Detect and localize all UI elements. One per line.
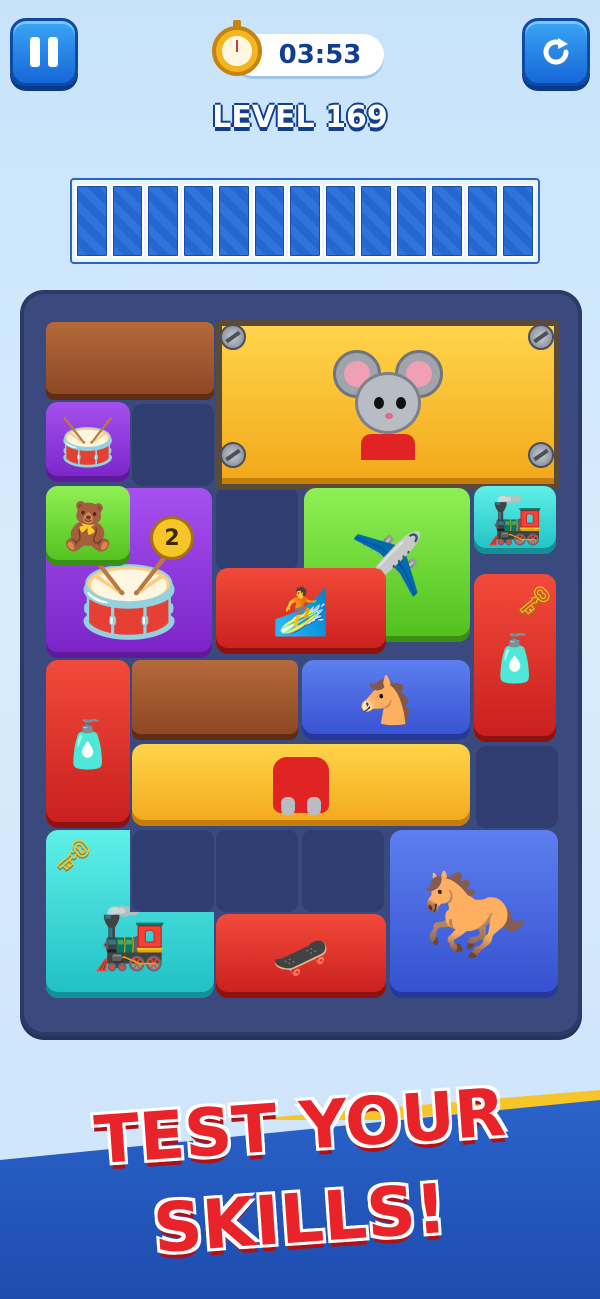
skateboard-icon: 🛹 xyxy=(272,929,330,983)
empty-cell xyxy=(216,830,298,912)
empty-cell xyxy=(132,404,214,486)
game-board: 🥁 🧸 🥁 🧸 2 ✈️ 🚂 🏄 🧴 🗝 🧴 🐴 xyxy=(20,290,582,1036)
key-icon: 🗝 xyxy=(54,838,93,873)
mouse-body-icon xyxy=(273,757,329,815)
screw-icon xyxy=(220,324,246,350)
horse-icon: 🐎 xyxy=(420,864,528,964)
wood-plank-block[interactable] xyxy=(46,322,214,400)
mouse-character xyxy=(333,350,443,460)
toy-tile-horse-big[interactable]: 🐎 xyxy=(390,830,558,998)
train-icon: 🚂 xyxy=(92,904,168,974)
collection-slot xyxy=(501,184,535,258)
lock-counter-badge: 2 xyxy=(150,516,194,560)
collection-slot xyxy=(359,184,393,258)
collection-slot xyxy=(323,184,358,258)
toy-tile-cannon-top[interactable]: 🧸 xyxy=(46,486,130,566)
screw-icon xyxy=(528,442,554,468)
restart-icon xyxy=(543,38,569,65)
collection-slot xyxy=(75,184,109,258)
horse-icon: 🐴 xyxy=(357,673,415,727)
toy-tile-spray-bottle-key[interactable]: 🧴 🗝 xyxy=(474,574,556,742)
surfboard-icon: 🏄 xyxy=(272,584,330,638)
collection-slots xyxy=(70,178,540,264)
collection-slot xyxy=(288,184,322,258)
toy-tile-drum[interactable]: 🥁 xyxy=(46,402,130,482)
toy-tile-surfboard[interactable]: 🏄 xyxy=(216,568,386,654)
lock-count: 2 xyxy=(164,525,180,551)
collection-slot xyxy=(430,184,464,258)
toy-tile-spray-bottle[interactable]: 🧴 xyxy=(46,660,130,828)
collection-slot xyxy=(465,184,500,258)
toy-tile-horse-head[interactable]: 🐴 xyxy=(302,660,470,740)
empty-cell xyxy=(132,830,214,912)
level-title: LEVEL 169 xyxy=(212,100,388,135)
timer-text: 03:53 xyxy=(278,40,362,70)
screw-icon xyxy=(220,442,246,468)
collection-slot xyxy=(252,184,287,258)
collection-slot xyxy=(394,184,429,258)
drum-icon: 🥁 xyxy=(59,415,117,469)
spray-bottle-icon: 🧴 xyxy=(486,631,544,685)
collection-slot xyxy=(181,184,216,258)
screw-icon xyxy=(528,324,554,350)
toy-tile-train-small[interactable]: 🚂 xyxy=(474,486,556,554)
key-icon: 🗝 xyxy=(516,584,552,617)
collection-slot xyxy=(110,184,145,258)
stopwatch-icon xyxy=(212,26,262,76)
collection-slot xyxy=(146,184,180,258)
wood-plank-block[interactable] xyxy=(132,660,298,740)
restart-button[interactable] xyxy=(522,18,590,86)
mouse-body-bar[interactable] xyxy=(132,744,470,826)
pause-button[interactable] xyxy=(10,18,78,86)
empty-cell xyxy=(476,746,558,828)
mouse-target-panel[interactable] xyxy=(216,320,560,490)
empty-cell xyxy=(216,488,298,570)
pause-icon xyxy=(26,37,62,67)
cannon-icon: 🧸 xyxy=(59,499,117,553)
collection-slot xyxy=(217,184,251,258)
empty-cell xyxy=(302,830,384,912)
train-icon: 🚂 xyxy=(486,493,544,547)
toy-tile-skateboard[interactable]: 🛹 xyxy=(216,914,386,998)
spray-bottle-icon: 🧴 xyxy=(59,717,117,771)
